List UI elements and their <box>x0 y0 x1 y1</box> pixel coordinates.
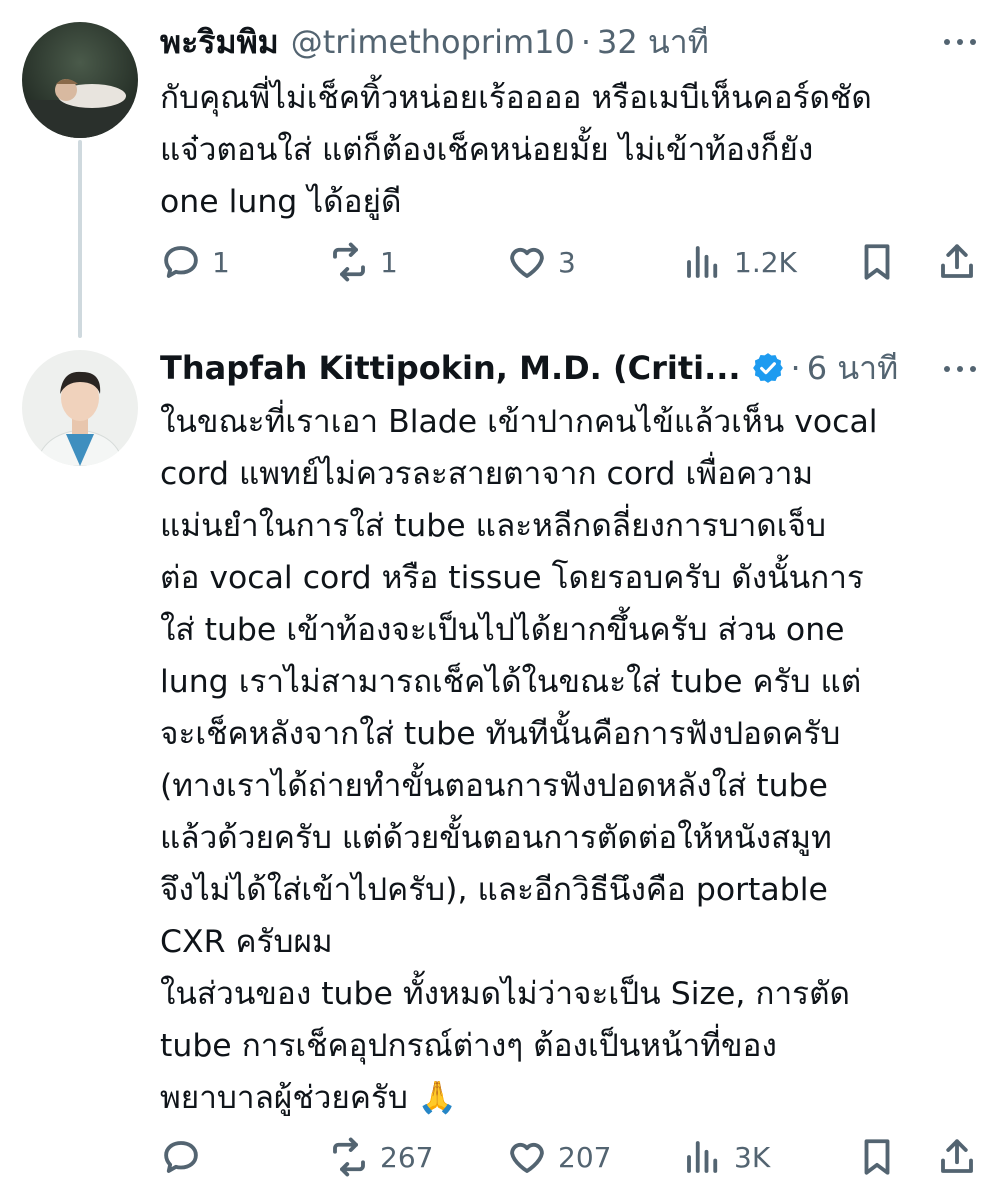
repost-icon <box>333 242 365 282</box>
more-icon[interactable] <box>944 366 976 372</box>
repost-count: 1 <box>380 245 398 279</box>
share-icon <box>941 244 973 278</box>
repost-button[interactable]: 1 <box>328 240 398 284</box>
views-icon <box>687 246 718 278</box>
share-icon <box>941 1139 973 1173</box>
like-count: 3 <box>558 245 576 279</box>
tweet-header: พะริมพิม @trimethoprim10 · 32 นาที <box>160 22 709 62</box>
verified-badge-icon <box>752 353 783 383</box>
avatar[interactable] <box>22 22 138 138</box>
action-bar: 1 1 3 1.2K <box>160 240 980 284</box>
thread-connector-line <box>78 140 82 338</box>
views-count: 3K <box>734 1140 771 1174</box>
views-button[interactable]: 1.2K <box>682 240 797 284</box>
repost-count: 267 <box>380 1140 434 1174</box>
tweet-text: ในขณะที่เราเอา Blade เข้าปากคนไข้แล้วเห็… <box>160 404 878 1116</box>
views-count: 1.2K <box>734 245 797 279</box>
share-button[interactable] <box>936 1135 978 1179</box>
reply-icon <box>164 246 198 278</box>
bookmark-button[interactable] <box>856 1135 898 1179</box>
tweet-text: กับคุณพี่ไม่เช็คทิ้วหน่อยเร้ออออ หรือเมบ… <box>160 80 872 220</box>
bookmark-icon <box>864 1139 890 1175</box>
handle[interactable]: @trimethoprim10 <box>291 22 575 62</box>
views-icon <box>687 1141 718 1173</box>
action-bar: 267 207 3K <box>160 1135 980 1179</box>
separator-dot: · <box>580 23 592 61</box>
share-button[interactable] <box>936 240 978 284</box>
tweet-header: Thapfah Kittipokin, M.D. (Criti... · 6 น… <box>160 348 898 388</box>
reply-count: 1 <box>212 245 230 279</box>
bookmark-icon <box>864 244 890 280</box>
like-button[interactable]: 3 <box>506 240 576 284</box>
repost-icon <box>333 1137 365 1177</box>
timestamp[interactable]: 6 นาที <box>807 348 898 388</box>
separator-dot: · <box>790 349 801 387</box>
heart-icon <box>510 1142 544 1173</box>
bookmark-button[interactable] <box>856 240 898 284</box>
like-button[interactable]: 207 <box>506 1135 611 1179</box>
like-count: 207 <box>558 1140 612 1174</box>
display-name[interactable]: พะริมพิม <box>160 22 279 62</box>
display-name[interactable]: Thapfah Kittipokin, M.D. (Criti... <box>160 348 741 388</box>
more-icon[interactable] <box>944 39 976 45</box>
timestamp[interactable]: 32 นาที <box>597 22 709 62</box>
avatar[interactable] <box>22 350 138 466</box>
repost-button[interactable]: 267 <box>328 1135 433 1179</box>
heart-icon <box>510 247 544 278</box>
reply-icon <box>164 1141 198 1173</box>
reply-button[interactable] <box>160 1135 212 1179</box>
reply-button[interactable]: 1 <box>160 240 230 284</box>
views-button[interactable]: 3K <box>682 1135 770 1179</box>
